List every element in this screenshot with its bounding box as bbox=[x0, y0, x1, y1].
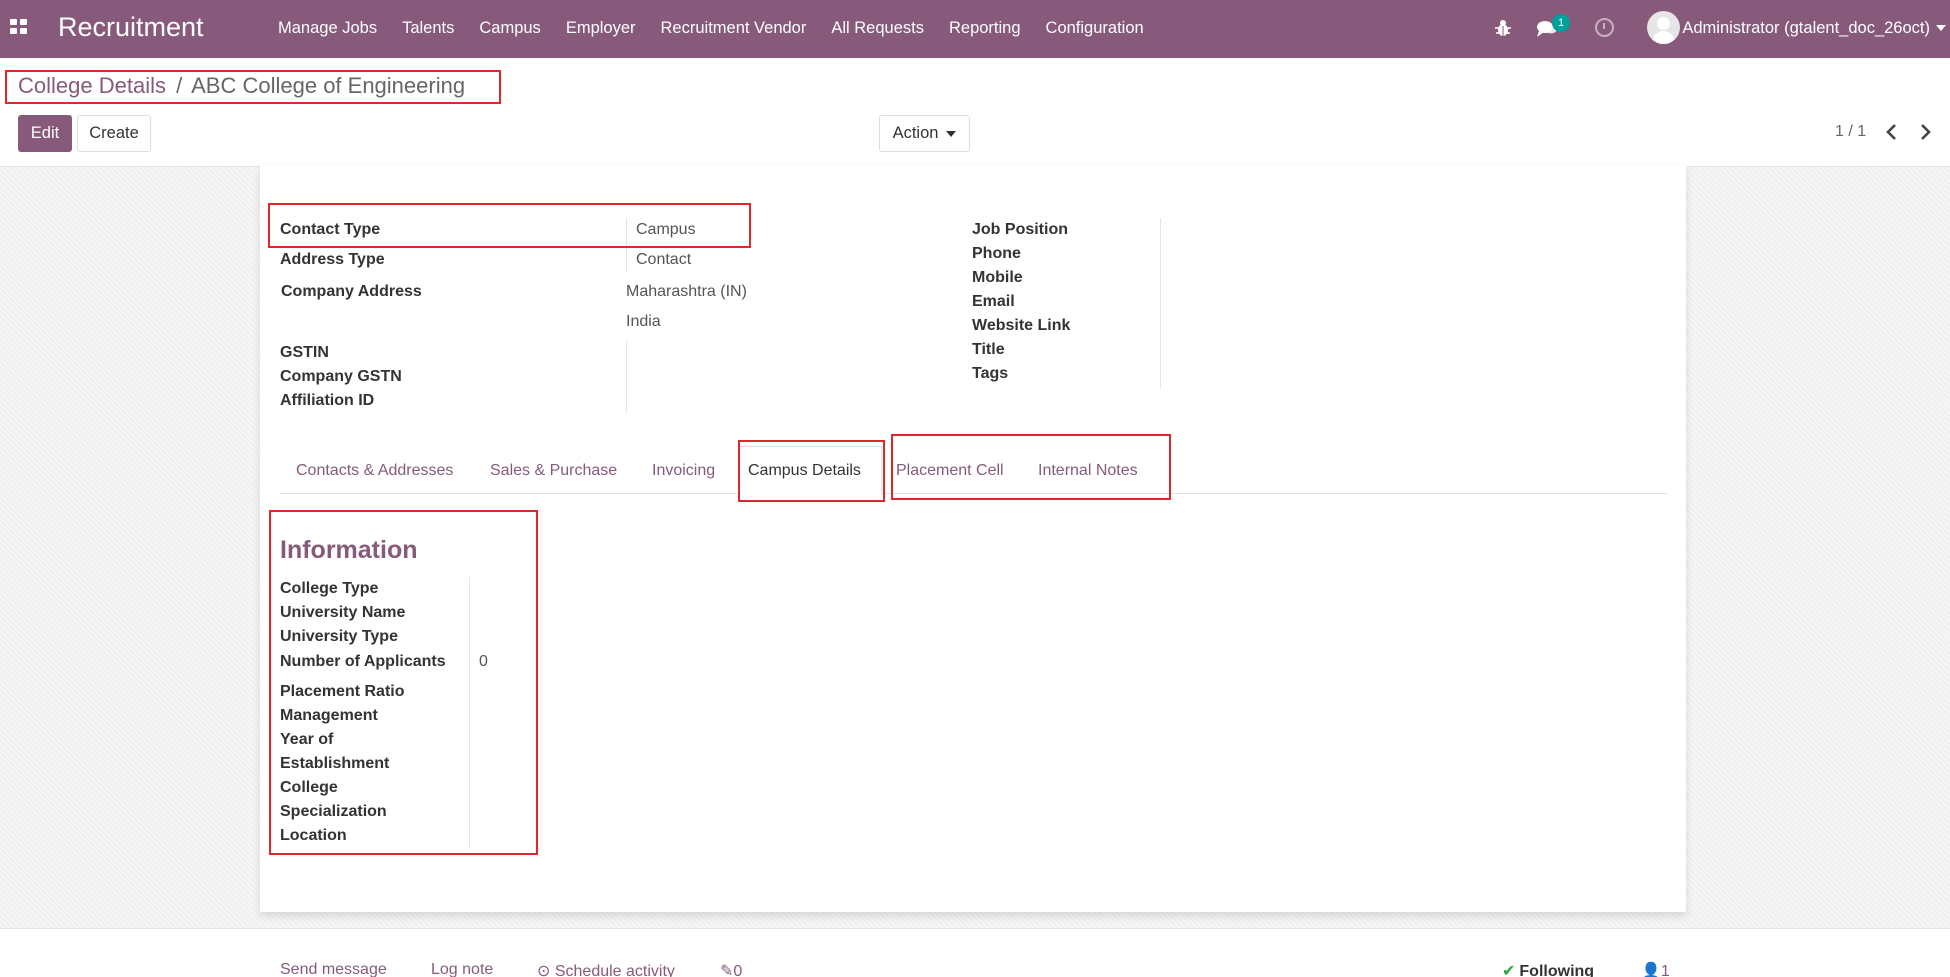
chevron-right-icon[interactable] bbox=[1915, 122, 1935, 142]
menu-talents[interactable]: Talents bbox=[402, 19, 454, 38]
followers-button[interactable]: 👤1 bbox=[1641, 961, 1670, 977]
main-menu: Manage Jobs Talents Campus Employer Recr… bbox=[278, 19, 1169, 38]
website-link-label: Website Link bbox=[972, 317, 1071, 334]
app-title[interactable]: Recruitment bbox=[58, 12, 204, 43]
affiliation-id-label: Affiliation ID bbox=[280, 392, 375, 409]
tab-contacts-addresses[interactable]: Contacts & Addresses bbox=[296, 462, 453, 480]
left-group-divider-2 bbox=[626, 341, 627, 413]
college-type-label: College Type bbox=[280, 580, 379, 597]
address-type-label: Address Type bbox=[280, 251, 385, 268]
job-position-label: Job Position bbox=[972, 221, 1068, 238]
phone-label: Phone bbox=[972, 245, 1021, 262]
menu-manage-jobs[interactable]: Manage Jobs bbox=[278, 19, 377, 38]
breadcrumb: College Details / ABC College of Enginee… bbox=[18, 73, 465, 99]
gstin-label: GSTIN bbox=[280, 344, 329, 361]
attachments-count: 0 bbox=[733, 963, 743, 977]
menu-configuration[interactable]: Configuration bbox=[1046, 19, 1144, 38]
number-of-applicants-value: 0 bbox=[479, 653, 488, 670]
pager-value[interactable]: 1 / 1 bbox=[1835, 123, 1866, 141]
left-group-divider bbox=[626, 218, 627, 272]
company-address-label: Company Address bbox=[281, 283, 422, 300]
followers-count: 1 bbox=[1660, 963, 1670, 977]
address-type-value: Contact bbox=[636, 251, 692, 268]
year-of-label: Year of bbox=[280, 731, 334, 748]
action-label: Action bbox=[892, 124, 939, 142]
menu-employer[interactable]: Employer bbox=[566, 19, 636, 38]
user-menu[interactable]: Administrator (gtalent_doc_26oct) bbox=[1682, 19, 1930, 38]
mobile-label: Mobile bbox=[972, 269, 1023, 286]
college-label: College bbox=[280, 779, 338, 796]
clock-icon: ⊙ bbox=[537, 963, 555, 977]
university-type-label: University Type bbox=[280, 628, 398, 645]
paperclip-icon: ✎ bbox=[720, 963, 734, 977]
placement-ratio-label: Placement Ratio bbox=[280, 683, 405, 700]
breadcrumb-parent[interactable]: College Details bbox=[18, 73, 166, 98]
management-label: Management bbox=[280, 707, 378, 724]
tab-internal-notes[interactable]: Internal Notes bbox=[1038, 462, 1138, 480]
establishment-label: Establishment bbox=[280, 755, 390, 772]
schedule-activity-label: Schedule activity bbox=[554, 963, 675, 977]
contact-type-value: Campus bbox=[636, 221, 696, 238]
information-heading: Information bbox=[280, 536, 418, 564]
top-navbar: Recruitment Manage Jobs Talents Campus E… bbox=[0, 0, 1950, 58]
menu-all-requests[interactable]: All Requests bbox=[831, 19, 924, 38]
following-button[interactable]: ✔ Following bbox=[1502, 961, 1594, 977]
title-label: Title bbox=[972, 341, 1005, 358]
email-label: Email bbox=[972, 293, 1015, 310]
university-name-label: University Name bbox=[280, 604, 406, 621]
tab-invoicing[interactable]: Invoicing bbox=[652, 462, 715, 480]
address-country-value: India bbox=[626, 313, 661, 330]
address-state-value: Maharashtra (IN) bbox=[626, 283, 747, 300]
tags-label: Tags bbox=[972, 365, 1009, 382]
user-caret-icon[interactable] bbox=[1936, 25, 1946, 31]
breadcrumb-separator: / bbox=[176, 73, 183, 98]
number-of-applicants-label: Number of Applicants bbox=[280, 653, 446, 670]
tabs-underline bbox=[280, 493, 1667, 494]
user-avatar[interactable] bbox=[1647, 11, 1680, 44]
information-divider bbox=[469, 577, 470, 849]
create-button[interactable]: Create bbox=[77, 115, 151, 152]
location-label: Location bbox=[280, 827, 347, 844]
tab-placement-cell[interactable]: Placement Cell bbox=[896, 462, 1004, 480]
right-group-divider bbox=[1160, 218, 1161, 388]
contact-type-label: Contact Type bbox=[280, 221, 381, 238]
send-message-button[interactable]: Send message bbox=[280, 961, 387, 977]
company-gstn-label: Company GSTN bbox=[280, 368, 402, 385]
check-icon: ✔ bbox=[1502, 963, 1516, 977]
bug-icon[interactable] bbox=[1495, 19, 1511, 37]
user-icon: 👤 bbox=[1641, 963, 1661, 977]
apps-menu-icon[interactable] bbox=[10, 19, 28, 37]
menu-recruitment-vendor[interactable]: Recruitment Vendor bbox=[661, 19, 807, 38]
tab-campus-details[interactable]: Campus Details bbox=[748, 462, 861, 480]
activity-clock-icon[interactable] bbox=[1595, 18, 1614, 37]
menu-reporting[interactable]: Reporting bbox=[949, 19, 1021, 38]
specialization-label: Specialization bbox=[280, 803, 387, 820]
action-dropdown[interactable]: Action bbox=[879, 115, 970, 152]
messages-badge: 1 bbox=[1552, 14, 1570, 32]
log-note-button[interactable]: Log note bbox=[431, 961, 493, 977]
action-caret-icon bbox=[946, 130, 957, 137]
edit-button[interactable]: Edit bbox=[18, 115, 72, 152]
tab-sales-purchase[interactable]: Sales & Purchase bbox=[490, 462, 617, 480]
schedule-activity-button[interactable]: ⊙ Schedule activity bbox=[537, 961, 675, 977]
attachments-button[interactable]: ✎0 bbox=[720, 961, 742, 977]
chevron-left-icon[interactable] bbox=[1882, 122, 1902, 142]
menu-campus[interactable]: Campus bbox=[479, 19, 540, 38]
following-label: Following bbox=[1519, 963, 1595, 977]
breadcrumb-current: ABC College of Engineering bbox=[191, 73, 466, 98]
